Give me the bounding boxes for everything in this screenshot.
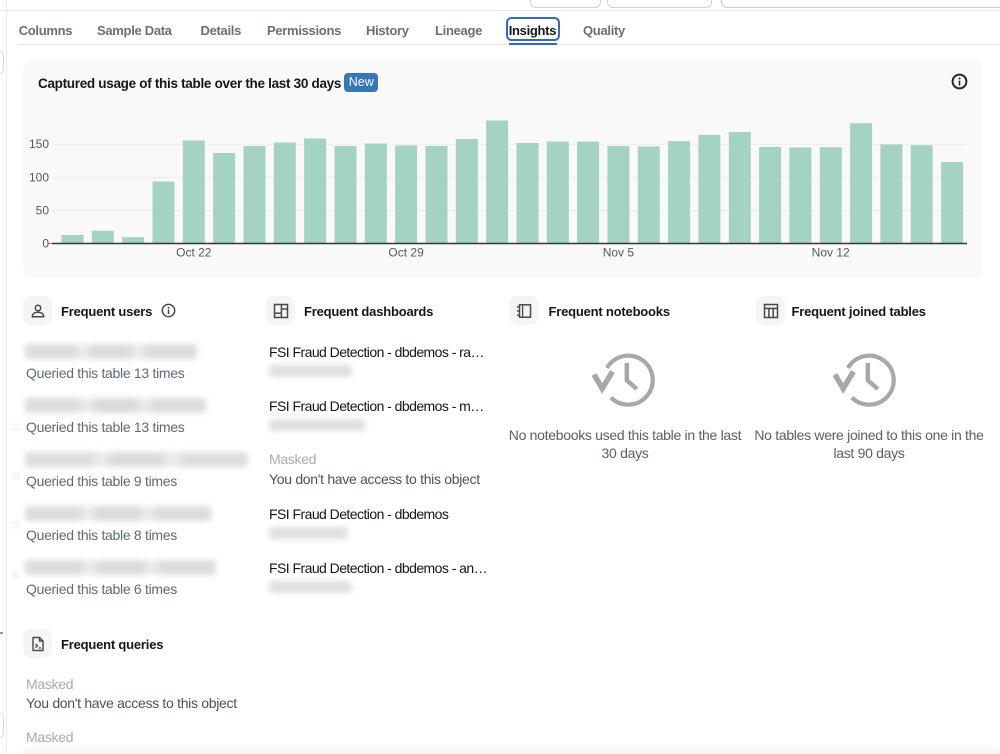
svg-text:Nov 5: Nov 5 — [603, 246, 635, 260]
svg-text:Oct 22: Oct 22 — [176, 246, 212, 260]
svg-text:50: 50 — [36, 203, 50, 217]
svg-text:0: 0 — [42, 237, 49, 251]
svg-text:100: 100 — [29, 170, 49, 184]
svg-text:Nov 12: Nov 12 — [812, 246, 850, 260]
svg-text:Oct 29: Oct 29 — [388, 246, 424, 260]
svg-text:150: 150 — [29, 137, 49, 151]
